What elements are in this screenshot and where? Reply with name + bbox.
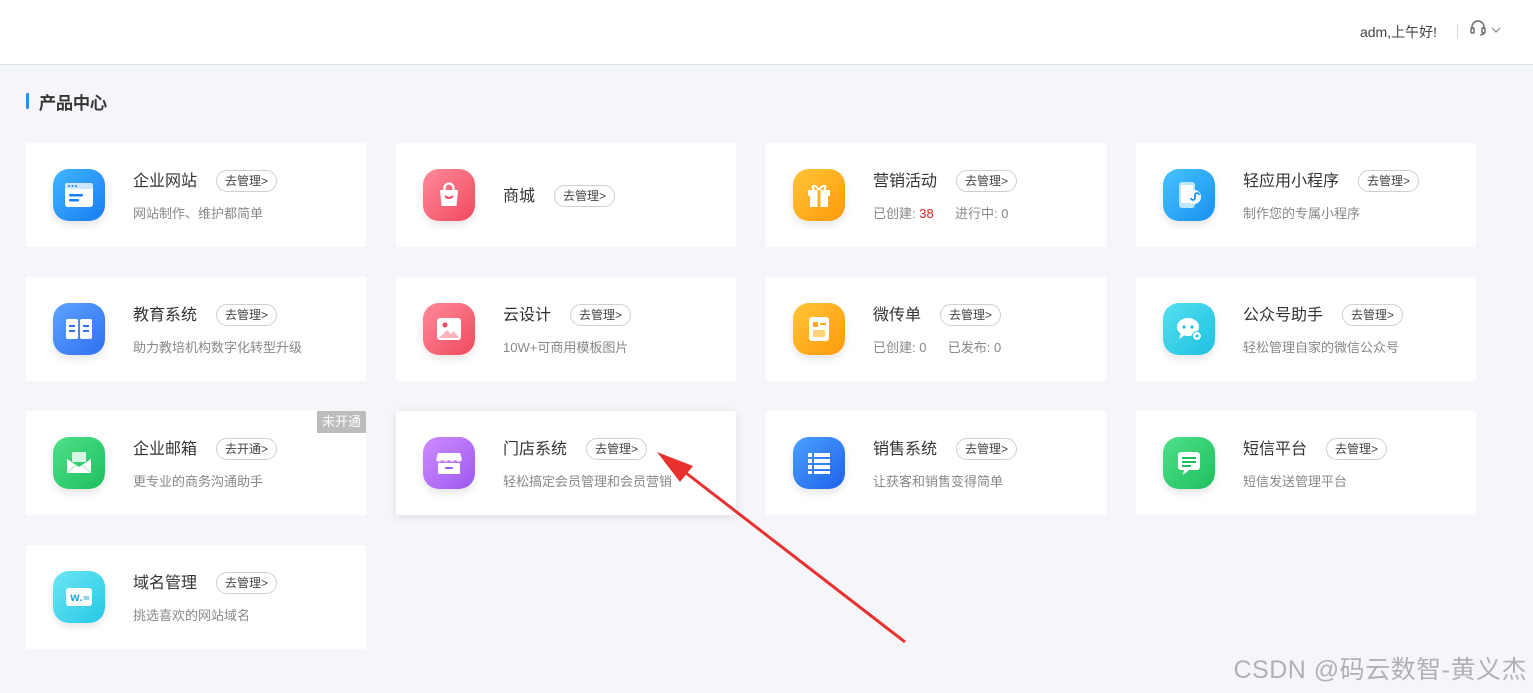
shopping-bag-icon <box>423 169 475 221</box>
top-divider <box>1457 24 1458 38</box>
manage-button[interactable]: 去管理> <box>570 304 632 326</box>
gift-box-icon <box>793 169 845 221</box>
product-desc: 让获客和销售变得简单 <box>873 474 1004 489</box>
envelope-icon <box>53 437 105 489</box>
manage-button[interactable]: 去管理> <box>956 438 1018 460</box>
watermark: CSDN @码云数智-黄义杰 <box>1233 656 1527 684</box>
manage-button[interactable]: 去管理> <box>586 438 648 460</box>
browser-window-icon <box>53 169 105 221</box>
product-stats: 已创建: 38 进行中: 0 <box>873 205 1008 223</box>
manage-button[interactable]: 去管理> <box>216 170 278 192</box>
product-card-official-account[interactable]: 公众号助手 去管理> 轻松管理自家的微信公众号 <box>1136 277 1476 381</box>
product-desc: 挑选喜欢的网站域名 <box>133 608 251 623</box>
list-icon <box>793 437 845 489</box>
product-name: 微传单 <box>873 307 922 324</box>
flyer-icon <box>793 303 845 355</box>
product-name: 企业网站 <box>133 173 198 190</box>
product-stats: 已创建: 0 已发布: 0 <box>873 339 1001 357</box>
section-title: 产品中心 <box>26 90 107 113</box>
product-desc: 制作您的专属小程序 <box>1243 206 1361 221</box>
product-name: 门店系统 <box>503 441 568 458</box>
support-menu-button[interactable] <box>1469 18 1509 42</box>
stat-label-running: 进行中: <box>954 206 998 221</box>
stat-value-running: 0 <box>1001 206 1009 221</box>
product-name: 商城 <box>503 188 536 205</box>
product-name: 营销活动 <box>873 173 938 190</box>
user-greeting: adm,上午好! <box>1359 24 1437 40</box>
product-card-site[interactable]: 企业网站 去管理> 网站制作、维护都简单 <box>26 143 366 247</box>
product-card-sms[interactable]: 短信平台 去管理> 短信发送管理平台 <box>1136 411 1476 515</box>
product-name: 短信平台 <box>1243 441 1308 458</box>
manage-button[interactable]: 去管理> <box>940 304 1002 326</box>
product-card-mall[interactable]: 商城 去管理> <box>396 143 736 247</box>
product-desc: 助力教培机构数字化转型升级 <box>133 340 303 355</box>
stat-value-created: 0 <box>919 340 927 355</box>
product-desc: 轻松搞定会员管理和会员营销 <box>503 474 673 489</box>
stat-label-created: 已创建: <box>873 340 916 355</box>
stat-value-created: 38 <box>919 206 934 221</box>
product-name: 公众号助手 <box>1243 307 1324 324</box>
product-card-sales[interactable]: 销售系统 去管理> 让获客和销售变得简单 <box>766 411 1106 515</box>
product-name: 云设计 <box>503 307 552 324</box>
stat-label-published: 已发布: <box>947 340 991 355</box>
chevron-down-icon <box>1491 21 1501 39</box>
svg-text:W.=: W.= <box>70 594 90 604</box>
mini-program-icon <box>1163 169 1215 221</box>
wechat-chat-icon <box>1163 303 1215 355</box>
section-title-bar <box>26 93 29 109</box>
stat-value-published: 0 <box>993 340 1002 355</box>
product-name: 教育系统 <box>133 307 198 324</box>
top-bar: adm,上午好! <box>0 0 1533 65</box>
manage-button[interactable]: 去管理> <box>1326 438 1388 460</box>
product-name: 销售系统 <box>873 441 938 458</box>
product-card-cloud-design[interactable]: 云设计 去管理> 10W+可商用模板图片 <box>396 277 736 381</box>
manage-button[interactable]: 去管理> <box>1358 170 1420 192</box>
not-activated-badge: 未开通 <box>316 411 366 433</box>
product-name: 企业邮箱 <box>133 441 198 458</box>
section-title-text: 产品中心 <box>39 93 107 113</box>
product-desc: 10W+可商用模板图片 <box>503 340 629 355</box>
product-desc: 更专业的商务沟通助手 <box>133 474 264 489</box>
product-name: 轻应用小程序 <box>1243 173 1340 190</box>
product-desc: 轻松管理自家的微信公众号 <box>1243 340 1400 355</box>
open-book-icon <box>53 303 105 355</box>
headset-icon <box>1469 19 1487 42</box>
product-desc: 网站制作、维护都简单 <box>133 206 264 221</box>
manage-button[interactable]: 去管理> <box>216 304 278 326</box>
product-card-store[interactable]: 门店系统 去管理> 轻松搞定会员管理和会员营销 <box>396 411 736 515</box>
product-card-education[interactable]: 教育系统 去管理> 助力教培机构数字化转型升级 <box>26 277 366 381</box>
domain-icon: W.= <box>53 571 105 623</box>
product-card-mail[interactable]: 未开通 企业邮箱 去开通> 更专业的商务沟通助手 <box>26 411 366 515</box>
activate-button[interactable]: 去开通> <box>216 438 278 460</box>
product-desc: 短信发送管理平台 <box>1243 474 1348 489</box>
product-card-mini-program[interactable]: 轻应用小程序 去管理> 制作您的专属小程序 <box>1136 143 1476 247</box>
product-card-domain[interactable]: W.= 域名管理 去管理> 挑选喜欢的网站域名 <box>26 545 366 649</box>
product-name: 域名管理 <box>133 575 198 592</box>
image-icon <box>423 303 475 355</box>
manage-button[interactable]: 去管理> <box>216 572 278 594</box>
product-card-marketing[interactable]: 营销活动 去管理> 已创建: 38 进行中: 0 <box>766 143 1106 247</box>
manage-button[interactable]: 去管理> <box>1342 304 1404 326</box>
storefront-icon <box>423 437 475 489</box>
manage-button[interactable]: 去管理> <box>956 170 1018 192</box>
message-icon <box>1163 437 1215 489</box>
manage-button[interactable]: 去管理> <box>554 185 616 207</box>
stat-label-created: 已创建: <box>873 206 916 221</box>
product-card-flyer[interactable]: 微传单 去管理> 已创建: 0 已发布: 0 <box>766 277 1106 381</box>
